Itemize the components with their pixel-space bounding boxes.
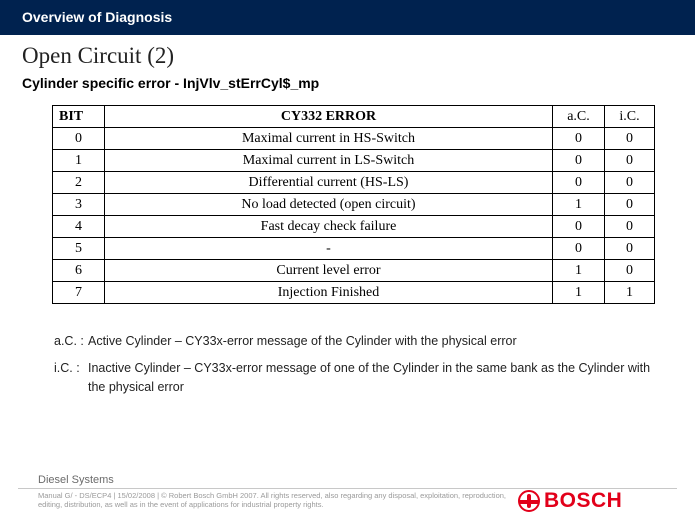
cell-ac: 0 (553, 150, 605, 172)
col-error: CY332 ERROR (105, 106, 553, 128)
legend: a.C. : Active Cylinder – CY33x-error mes… (54, 332, 653, 396)
footer: Diesel Systems Manual G/ - DS/ECP4 | 15/… (0, 474, 695, 521)
cell-bit: 6 (53, 260, 105, 282)
cell-err: Maximal current in HS-Switch (105, 128, 553, 150)
cell-ac: 1 (553, 282, 605, 304)
cell-err: Differential current (HS-LS) (105, 172, 553, 194)
legend-ac-label: a.C. : (54, 332, 88, 351)
cell-ac: 0 (553, 216, 605, 238)
cell-bit: 3 (53, 194, 105, 216)
legend-ac-text: Active Cylinder – CY33x-error message of… (88, 332, 517, 351)
cell-bit: 0 (53, 128, 105, 150)
cell-err: Maximal current in LS-Switch (105, 150, 553, 172)
table-body: 0Maximal current in HS-Switch001Maximal … (53, 128, 655, 304)
cell-err: Current level error (105, 260, 553, 282)
legend-ac: a.C. : Active Cylinder – CY33x-error mes… (54, 332, 653, 351)
error-table-wrap: BIT CY332 ERROR a.C. i.C. 0Maximal curre… (52, 105, 655, 304)
slide-header: Overview of Diagnosis (0, 0, 695, 35)
cell-err: - (105, 238, 553, 260)
cell-bit: 7 (53, 282, 105, 304)
error-table: BIT CY332 ERROR a.C. i.C. 0Maximal curre… (52, 105, 655, 304)
legend-ic-text: Inactive Cylinder – CY33x-error message … (88, 359, 653, 397)
table-row: 1Maximal current in LS-Switch00 (53, 150, 655, 172)
cell-ac: 0 (553, 172, 605, 194)
table-row: 7Injection Finished11 (53, 282, 655, 304)
cell-ic: 0 (605, 128, 655, 150)
table-row: 5-00 (53, 238, 655, 260)
bosch-logo: BOSCH (518, 489, 622, 513)
cell-ic: 0 (605, 238, 655, 260)
table-row: 2Differential current (HS-LS)00 (53, 172, 655, 194)
table-row: 6Current level error10 (53, 260, 655, 282)
cell-err: Injection Finished (105, 282, 553, 304)
table-row: 4Fast decay check failure00 (53, 216, 655, 238)
cell-ic: 0 (605, 194, 655, 216)
legend-ic-label: i.C. : (54, 359, 88, 397)
disclaimer: Manual G/ - DS/ECP4 | 15/02/2008 | © Rob… (38, 491, 518, 510)
cell-ic: 1 (605, 282, 655, 304)
slide-subtitle: Cylinder specific error - InjVlv_stErrCy… (22, 75, 673, 91)
col-bit: BIT (53, 106, 105, 128)
col-ic: i.C. (605, 106, 655, 128)
cell-ic: 0 (605, 260, 655, 282)
cell-ac: 1 (553, 260, 605, 282)
cell-ac: 1 (553, 194, 605, 216)
cell-err: No load detected (open circuit) (105, 194, 553, 216)
table-row: 0Maximal current in HS-Switch00 (53, 128, 655, 150)
cell-ic: 0 (605, 172, 655, 194)
footer-label: Diesel Systems (38, 474, 695, 486)
cell-err: Fast decay check failure (105, 216, 553, 238)
cell-bit: 1 (53, 150, 105, 172)
table-row: 3No load detected (open circuit)10 (53, 194, 655, 216)
cell-bit: 2 (53, 172, 105, 194)
cell-ac: 0 (553, 128, 605, 150)
bosch-logo-text: BOSCH (544, 489, 622, 513)
cell-ic: 0 (605, 150, 655, 172)
cell-ic: 0 (605, 216, 655, 238)
legend-ic: i.C. : Inactive Cylinder – CY33x-error m… (54, 359, 653, 397)
col-ac: a.C. (553, 106, 605, 128)
cell-bit: 5 (53, 238, 105, 260)
cell-bit: 4 (53, 216, 105, 238)
slide-title: Open Circuit (2) (22, 43, 673, 69)
cell-ac: 0 (553, 238, 605, 260)
bosch-logo-icon (518, 490, 540, 512)
